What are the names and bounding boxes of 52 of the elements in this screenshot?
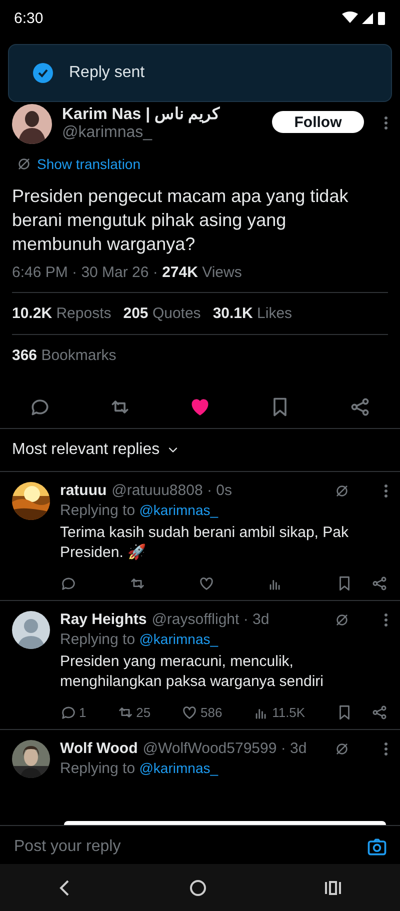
mention-link[interactable]: @karimnas_ <box>139 502 218 518</box>
home-icon[interactable] <box>188 878 207 896</box>
status-icons-drawing <box>342 11 386 25</box>
mention-link[interactable]: @karimnas_ <box>139 631 218 647</box>
reply-icon <box>60 704 77 721</box>
check-icon <box>33 63 53 83</box>
bar-chart-action[interactable]: 11.5K <box>253 704 306 721</box>
reply-handle: @raysofflight · 3d <box>152 611 270 628</box>
tweet-meta: 6:46 PM · 30 Mar 26 · 274K Views <box>12 264 243 281</box>
reply-handle: @WolfWood579599 · 3d <box>142 740 308 757</box>
reply-action[interactable] <box>60 575 77 592</box>
repost-action[interactable]: 25 <box>117 704 151 721</box>
heart-icon <box>181 704 198 721</box>
reply-author-name: Ray Heights <box>60 611 147 628</box>
stat-count[interactable]: 205 Quotes <box>123 305 201 322</box>
heart-icon[interactable] <box>189 396 211 418</box>
author-name: Karim Nas | كريم ناس <box>62 105 221 124</box>
default-avatar-icon <box>12 611 50 649</box>
show-translation-link[interactable]: Show translation <box>37 156 141 172</box>
status-time: 6:30 <box>14 10 44 26</box>
stat-count[interactable]: 30.1K Likes <box>212 305 292 322</box>
tweet-text: Presiden pengecut macam apa yang tidak berani mengutuk pihak asing yang membunuh warganya? <box>12 185 350 256</box>
more-icon[interactable] <box>384 484 388 498</box>
follow-button[interactable]: Follow <box>272 111 364 133</box>
reply-action[interactable]: 1 <box>60 704 86 721</box>
replying-to-text: Replying to @karimnas_ <box>60 760 220 777</box>
reply-text: Presiden yang meracuni, menculik, menghilangkan paksa warganya sendiri <box>60 652 324 692</box>
bookmark-count[interactable]: 366 Bookmarks <box>12 347 116 364</box>
more-icon[interactable] <box>384 116 388 130</box>
share-icon[interactable] <box>371 575 388 592</box>
recents-icon[interactable] <box>324 878 342 896</box>
stat-count[interactable]: 10.2K Reposts <box>12 305 112 322</box>
reply-text: Terima kasih sudah berani ambil sikap, Pak Presiden. 🚀 <box>60 523 350 563</box>
share-icon[interactable] <box>370 704 388 721</box>
reply-author-name: Wolf Wood <box>60 740 138 757</box>
share-icon[interactable] <box>349 396 371 418</box>
mention-link[interactable]: @karimnas_ <box>139 760 218 776</box>
camera-icon[interactable] <box>366 836 388 858</box>
reply-handle: @ratuuu8808 · 0s <box>112 482 233 499</box>
more-icon[interactable] <box>384 742 388 756</box>
reply-author-name: ratuuu <box>60 482 107 499</box>
heart-action[interactable]: 586 <box>181 704 222 721</box>
more-icon[interactable] <box>384 612 388 626</box>
reply-input-field[interactable]: Post your reply <box>12 837 366 857</box>
heart-icon <box>198 575 215 592</box>
replying-to-text: Replying to @karimnas_ <box>60 502 220 519</box>
toast-message: Reply sent <box>69 64 145 82</box>
reply-icon <box>60 575 77 592</box>
replying-to-text: Replying to @karimnas_ <box>60 631 220 648</box>
heart-action[interactable] <box>198 575 215 592</box>
author-handle: @karimnas_ <box>62 124 154 142</box>
sort-label[interactable]: Most relevant replies <box>12 441 160 459</box>
